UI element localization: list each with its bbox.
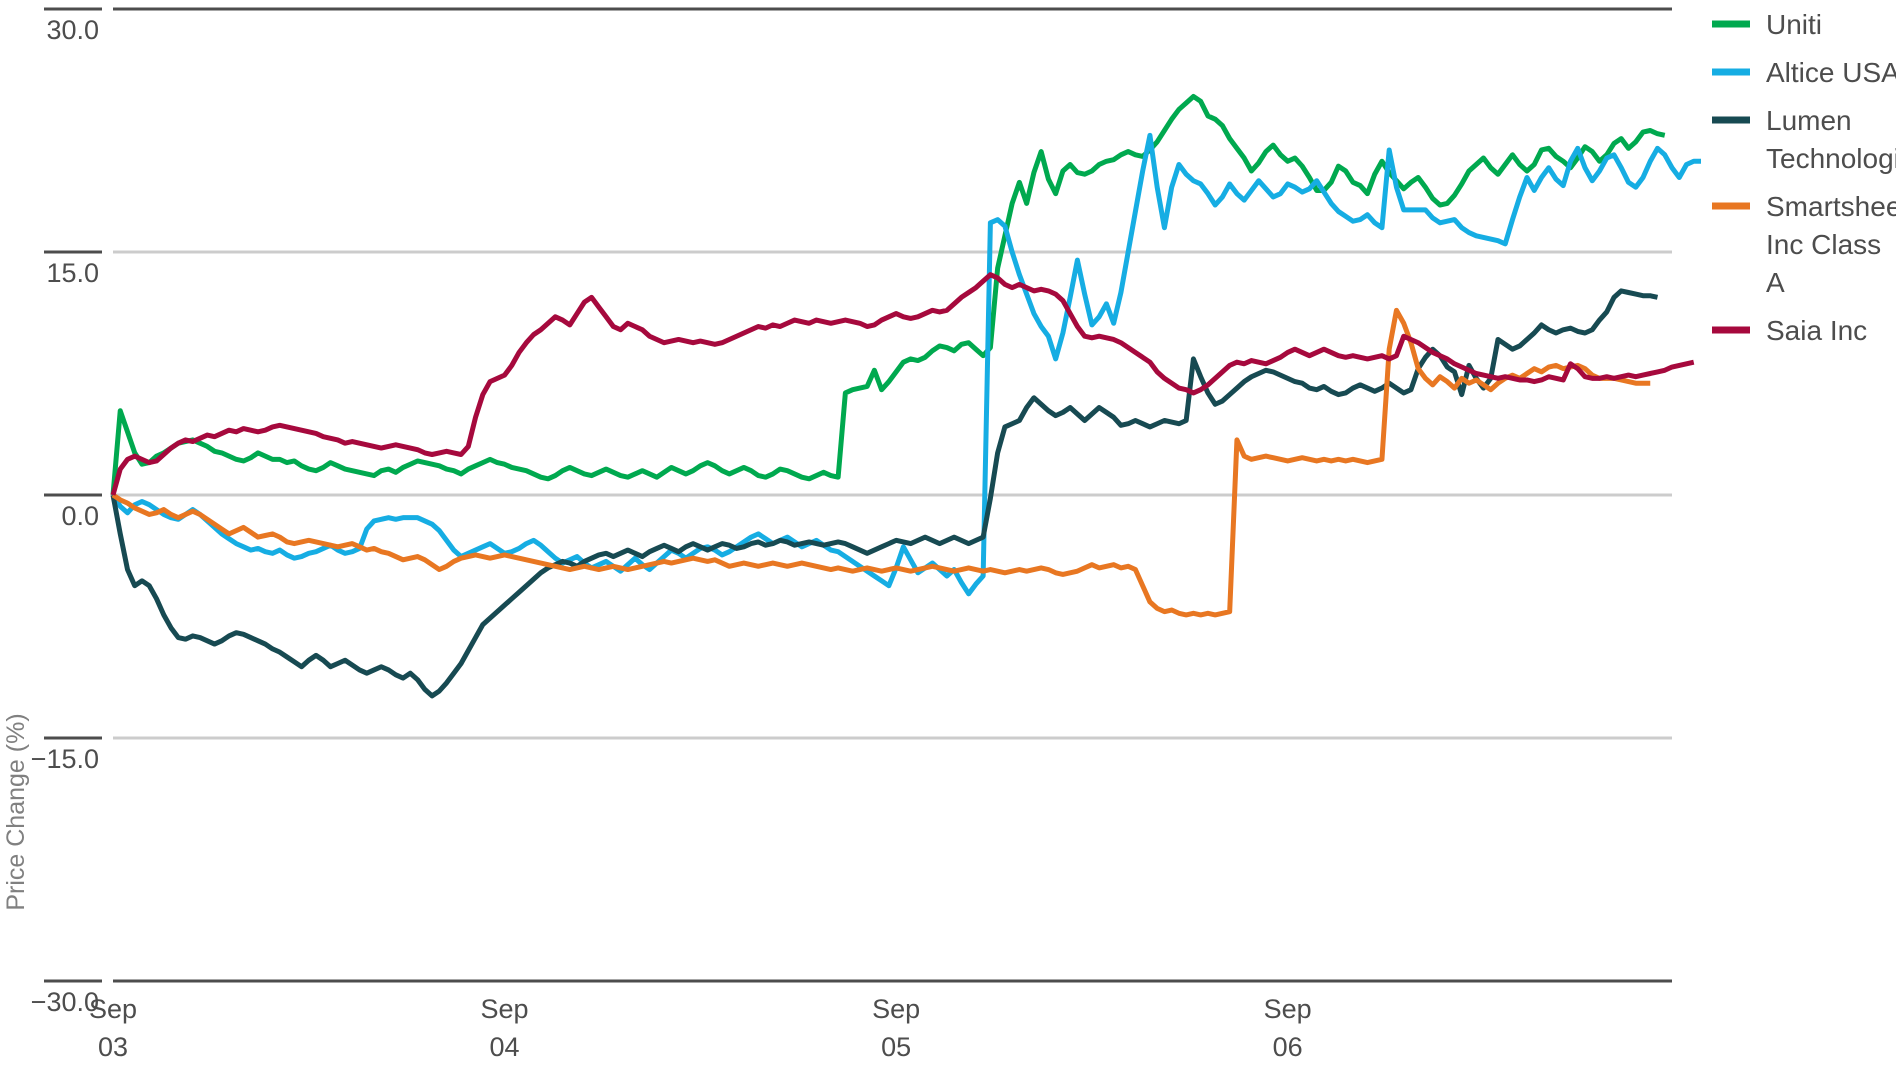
chart-legend: Uniti Altice USA Lumen Technologies Smartshe… [1712,9,1896,346]
legend-label: Saia Inc [1766,315,1867,346]
legend-label: Uniti [1766,9,1822,40]
y-tick-label: 15.0 [46,258,99,288]
legend-label: A [1766,267,1785,298]
x-tick-label-day: 05 [881,1032,911,1062]
x-tick-label-month: Sep [872,994,920,1024]
series-lines [110,93,1701,699]
chart-svg: 30.015.00.0−15.0−30.0 Sep03Sep04Sep05Sep… [2,7,1896,1062]
x-tick-label-day: 06 [1273,1032,1303,1062]
legend-label: Technologies [1766,143,1896,174]
y-tick-label: 0.0 [61,501,99,531]
series-line-altice-usa [110,132,1701,597]
x-tick-label-month: Sep [89,994,137,1024]
legend-label: Altice USA [1766,57,1896,88]
x-tick-label-day: 03 [98,1032,128,1062]
x-axis: Sep 03 Sep 04 Sep 05 Sep 06 [44,979,1672,1062]
chart-page: 30.0 15.0 0.0 −15.0 −30.0 Sep 03 Sep 04 Sep 05 Sep… [0,0,1896,1066]
series-line-lumen-technologies [110,288,1659,699]
y-tick-label: −15.0 [31,744,99,774]
series-line-smartsheet-inc-class-a [111,307,1651,618]
legend-label: Smartsheet [1766,191,1896,222]
y-axis-title: Price Change (%) [2,713,30,910]
price-change-line-chart: 30.0 15.0 0.0 −15.0 −30.0 Sep 03 Sep 04 Sep 05 Sep… [0,0,1896,1066]
y-axis-ticks: 30.015.00.0−15.0−30.0 [31,7,102,1017]
y-axis-title-text: Price Change (%) [2,713,30,910]
legend-label: Lumen [1766,105,1852,136]
y-tick-label: 30.0 [46,15,99,45]
x-tick-label-month: Sep [481,994,529,1024]
x-tick-label-month: Sep [1264,994,1312,1024]
x-tick-label-day: 04 [490,1032,520,1062]
series-line-uniti [110,93,1666,496]
legend-label: Inc Class [1766,229,1881,260]
